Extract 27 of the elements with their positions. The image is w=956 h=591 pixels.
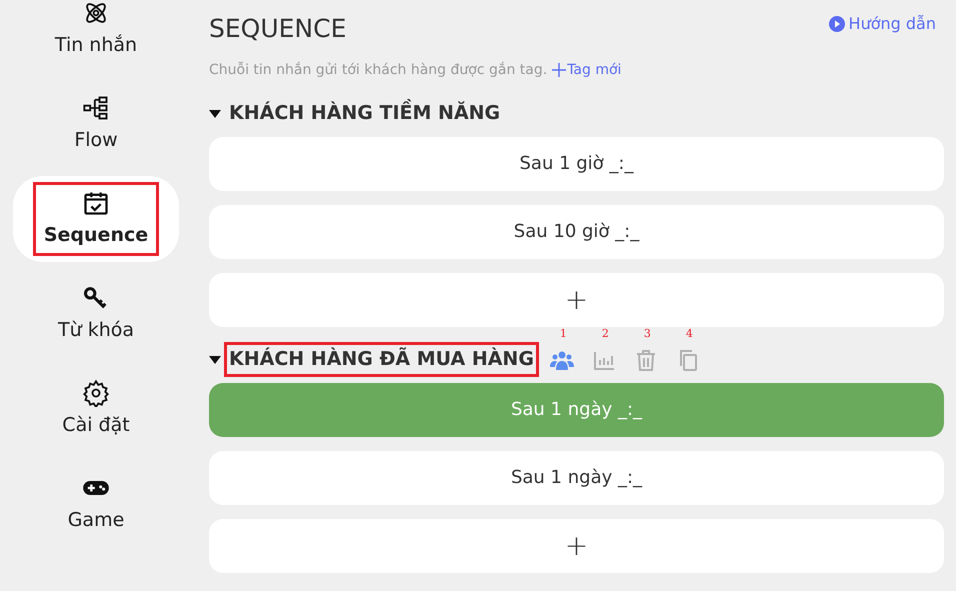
caret-icon[interactable]	[209, 356, 221, 364]
add-step-button[interactable]: +	[209, 518, 944, 572]
sequence-step-card[interactable]: Sau 1 ngày _:_	[209, 450, 944, 504]
group-title: KHÁCH HÀNG TIỀM NĂNG	[227, 99, 502, 128]
plus-icon	[551, 62, 568, 78]
caret-icon[interactable]	[209, 110, 221, 118]
guide-link[interactable]: Hướng dẫn	[828, 12, 936, 36]
play-icon	[828, 16, 845, 32]
sidebar-item[interactable]: Cài đặt	[13, 366, 179, 452]
callout-number: 3	[644, 326, 651, 342]
sidebar-item[interactable]: Flow	[13, 81, 179, 167]
flowchart-icon	[82, 94, 110, 122]
sidebar-item[interactable]: Tin nhắn	[13, 0, 179, 72]
add-step-button[interactable]: +	[209, 272, 944, 326]
new-tag-link[interactable]: Tag mới	[551, 60, 622, 80]
sidebar-item[interactable]: Sequence	[13, 176, 179, 262]
sequence-step-card[interactable]: Sau 1 giờ _:_	[209, 136, 944, 190]
sidebar-item[interactable]: Từ khóa	[13, 271, 179, 357]
settings-icon	[82, 378, 110, 407]
callout-number: 1	[560, 326, 567, 342]
page-title: SEQUENCE	[209, 13, 346, 45]
sequence-step-card[interactable]: Sau 10 giờ _:_	[209, 204, 944, 258]
callout-number: 4	[686, 326, 693, 342]
callout-number: 2	[602, 326, 609, 342]
description-text: Chuỗi tin nhắn gửi tới khách hàng được gắn tag.	[209, 60, 548, 80]
group-title: KHÁCH HÀNG ĐÃ MUA HÀNG	[227, 345, 536, 374]
sidebar-item[interactable]: Game	[13, 461, 179, 547]
